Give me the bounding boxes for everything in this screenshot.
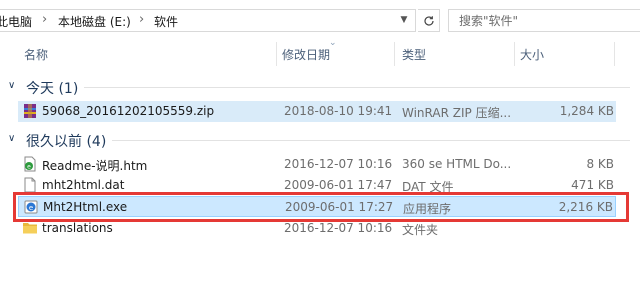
file-type: 文件夹 <box>402 223 439 237</box>
file-type: 360 se HTML Do... <box>402 157 512 171</box>
file-type: DAT 文件 <box>402 180 454 194</box>
application-icon: e <box>24 200 38 214</box>
column-name[interactable]: 名称 <box>24 46 48 63</box>
file-name: mht2html.dat <box>42 178 125 192</box>
column-divider[interactable] <box>394 42 395 66</box>
column-modified[interactable]: 修改日期 <box>282 46 330 63</box>
file-name: Readme-说明.htm <box>42 159 148 173</box>
group-collapse-chevron-icon[interactable]: ∨ <box>8 133 15 144</box>
column-size[interactable]: 大小 <box>520 46 544 63</box>
search-input[interactable] <box>459 12 629 29</box>
file-modified: 2009-06-01 17:47 <box>284 178 393 192</box>
group-header-long-ago[interactable]: ∨ 很久以前 (4) <box>0 129 640 151</box>
folder-icon <box>23 223 37 234</box>
file-modified: 2018-08-10 19:41 <box>284 104 393 118</box>
address-history-chevron-down-icon[interactable]: ▼ <box>397 13 411 27</box>
address-bar[interactable]: 此电脑 › 本地磁盘 (E:) › 软件 ▼ <box>0 9 416 32</box>
group-header-today[interactable]: ∨ 今天 (1) <box>0 76 640 98</box>
html-document-icon: e <box>24 156 36 172</box>
column-divider[interactable] <box>614 42 615 66</box>
file-name: translations <box>42 221 113 235</box>
breadcrumb-separator-icon[interactable]: › <box>42 12 47 27</box>
refresh-button[interactable] <box>418 9 440 32</box>
file-type: 应用程序 <box>403 202 452 216</box>
winrar-zip-icon <box>24 104 36 118</box>
svg-text:e: e <box>27 164 31 171</box>
breadcrumb-this-pc[interactable]: 此电脑 <box>0 13 32 30</box>
breadcrumb-separator-icon[interactable]: › <box>139 12 144 27</box>
svg-text:e: e <box>29 204 33 212</box>
group-divider <box>112 140 630 141</box>
breadcrumb-local-disk[interactable]: 本地磁盘 (E:) <box>58 13 131 30</box>
file-name: Mht2Html.exe <box>43 200 128 214</box>
sort-chevron-down-icon: ⌄ <box>329 38 337 48</box>
file-row[interactable]: translations 2016-12-07 10:16 文件夹 <box>18 218 616 239</box>
group-collapse-chevron-icon[interactable]: ∨ <box>8 80 15 91</box>
column-type[interactable]: 类型 <box>402 46 426 63</box>
column-header: 名称 ⌄ 修改日期 类型 大小 <box>0 38 640 68</box>
file-row[interactable]: 59068_20161202105559.zip 2018-08-10 19:4… <box>18 101 616 122</box>
refresh-icon <box>423 16 434 26</box>
group-label: 很久以前 (4) <box>26 134 107 150</box>
file-size: 471 KB <box>571 178 614 192</box>
file-row-selected[interactable]: e Mht2Html.exe 2009-06-01 17:27 应用程序 2,2… <box>18 196 616 217</box>
group-label: 今天 (1) <box>26 81 79 97</box>
column-divider[interactable] <box>514 42 515 66</box>
file-modified: 2016-12-07 10:16 <box>284 157 393 171</box>
file-icon <box>24 177 36 193</box>
file-size: 1,284 KB <box>559 104 614 118</box>
file-row[interactable]: mht2html.dat 2009-06-01 17:47 DAT 文件 471… <box>18 175 616 196</box>
file-name: 59068_20161202105559.zip <box>42 104 215 118</box>
file-type: WinRAR ZIP 压缩... <box>402 106 512 120</box>
address-toolbar: 此电脑 › 本地磁盘 (E:) › 软件 ▼ <box>0 0 640 40</box>
file-modified: 2009-06-01 17:27 <box>285 200 394 214</box>
breadcrumb-software[interactable]: 软件 <box>154 13 178 30</box>
search-box[interactable] <box>448 9 640 32</box>
group-divider <box>84 87 630 88</box>
file-modified: 2016-12-07 10:16 <box>284 221 393 235</box>
file-row[interactable]: e Readme-说明.htm 2016-12-07 10:16 360 se … <box>18 154 616 175</box>
column-divider[interactable] <box>276 42 277 66</box>
file-size: 8 KB <box>586 157 614 171</box>
file-size: 2,216 KB <box>558 200 613 214</box>
